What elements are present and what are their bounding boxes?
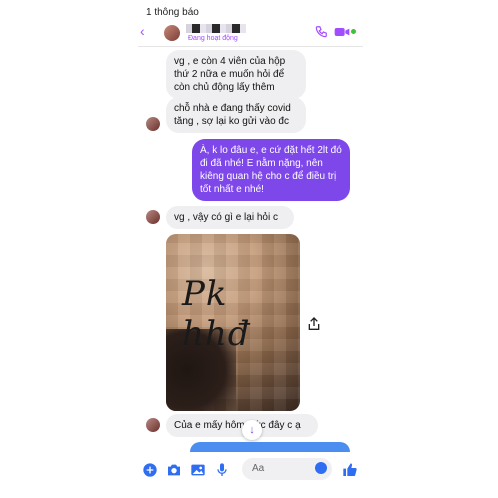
message-bubble[interactable]: chỗ nhà e đang thấy covid tăng , sợ lại … xyxy=(166,97,306,133)
notification-banner[interactable]: 1 thông báo xyxy=(146,7,199,18)
call-icon[interactable] xyxy=(314,25,328,39)
camera-icon[interactable] xyxy=(166,462,182,478)
back-icon[interactable]: ‹ xyxy=(140,24,145,38)
video-icon[interactable] xyxy=(334,26,350,38)
online-indicator xyxy=(351,29,356,34)
like-icon[interactable] xyxy=(342,462,358,478)
scroll-down-icon[interactable]: ↓ xyxy=(242,420,262,440)
emoji-icon[interactable] xyxy=(315,462,327,474)
image-icon[interactable] xyxy=(190,462,206,478)
message-input[interactable]: Aa xyxy=(242,458,332,480)
message-text: vg , e còn 4 viên của hộp thứ 2 nữa e mu… xyxy=(174,56,286,93)
message-bubble-outgoing[interactable]: À, k lo đâu e, e cứ đặt hết 2lt đó đi đã… xyxy=(192,139,350,201)
message-text: chỗ nhà e đang thấy covid tăng , sợ lại … xyxy=(174,103,291,127)
chat-header: ‹ Đang hoạt động xyxy=(138,20,363,47)
contact-name-redacted[interactable] xyxy=(186,24,246,33)
message-text: À, k lo đâu e, e cứ đặt hết 2lt đó đi đã… xyxy=(200,145,342,195)
share-icon[interactable] xyxy=(306,316,322,332)
sender-avatar[interactable] xyxy=(146,418,160,432)
message-composer: Aa xyxy=(138,452,363,498)
message-bubble[interactable]: vg , vậy có gì e lại hỏi c xyxy=(166,206,294,229)
photo-watermark: Pk hhđ xyxy=(182,274,251,354)
avatar[interactable] xyxy=(164,25,180,41)
sender-avatar[interactable] xyxy=(146,117,160,131)
sender-avatar[interactable] xyxy=(146,210,160,224)
mic-icon[interactable] xyxy=(214,462,230,478)
message-input-placeholder: Aa xyxy=(252,463,265,474)
message-bubble[interactable]: vg , e còn 4 viên của hộp thứ 2 nữa e mu… xyxy=(166,50,306,99)
active-status: Đang hoạt động xyxy=(188,35,238,42)
photo-attachment[interactable]: Pk hhđ xyxy=(166,234,300,411)
plus-icon[interactable] xyxy=(142,462,158,478)
message-text: Của e mấy hôm ước đây c ạ xyxy=(174,420,301,431)
messenger-screen: 1 thông báo ‹ Đang hoạt động vg , e còn … xyxy=(138,0,363,498)
message-text: vg , vậy có gì e lại hỏi c xyxy=(174,212,278,223)
